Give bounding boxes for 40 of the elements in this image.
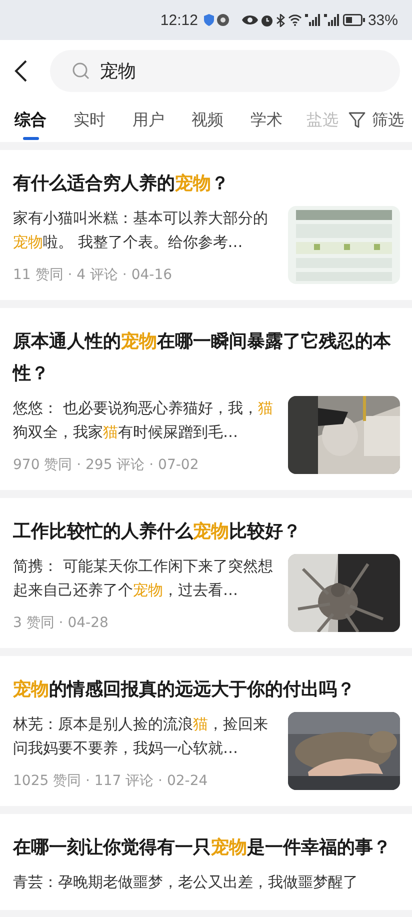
search-field[interactable]: 宠物 (50, 50, 400, 92)
alarm-icon (260, 14, 273, 26)
result-card[interactable]: 宠物的情感回报真的远远大于你的付出吗？ 林芜：原本是别人捡的流浪猫，捡回来问我妈要不要养，我妈一心软就… 1025 赞同 · 117 评论 · 02-24 (0, 656, 412, 806)
answer-stats: 3 赞同 · 04-28 (13, 614, 110, 632)
wifi-icon (288, 14, 302, 26)
answer-stats: 970 赞同 · 295 评论 · 07-02 (13, 456, 200, 474)
result-card[interactable]: 工作比较忙的人养什么宠物比较好？ 简携： 可能某天你工作闲下来了突然想起来自己还养了个宠物，过去看… 3 赞同 · 04-28 (0, 498, 412, 648)
answer-excerpt: 悠悠： 也必要说狗恶心养猫好，我，猫狗双全，我家猫有时候屎蹭到毛… (13, 398, 274, 443)
question-title[interactable]: 原本通人性的宠物在哪一瞬间暴露了它残忍的本性？ (13, 326, 400, 390)
tab[interactable]: 用户 (126, 100, 171, 140)
question-title[interactable]: 在哪一刻让你觉得有一只宠物是一件幸福的事？ (13, 832, 400, 864)
signal-icon (304, 14, 321, 26)
back-icon[interactable] (14, 59, 28, 83)
tab[interactable]: 视频 (184, 100, 230, 140)
answer-excerpt: 林芜：原本是别人捡的流浪猫，捡回来问我妈要不要养，我妈一心软就… (13, 714, 269, 759)
notification-icon (216, 14, 229, 26)
result-card[interactable]: 有什么适合穷人养的宠物？ 家有小猫叫米糕：基本可以养大部分的宠物啦。 我整了个表。给你参考… 11 赞同 · 4 评论 · 04-16 (0, 150, 412, 300)
tab[interactable]: 实时 (66, 100, 112, 140)
answer-stats: 11 赞同 · 4 评论 · 04-16 (13, 266, 174, 284)
answer-excerpt: 简携： 可能某天你工作闲下来了突然想起来自己还养了个宠物，过去看… (13, 556, 274, 601)
answer-excerpt: 青芸：孕晚期老做噩梦，老公又出差，我做噩梦醒了 (13, 872, 359, 893)
battery-icon (342, 14, 365, 26)
question-title[interactable]: 有什么适合穷人养的宠物？ (13, 168, 400, 200)
search-icon (72, 62, 90, 80)
bluetooth-icon (276, 14, 285, 26)
battery-percent: 33% (368, 12, 398, 28)
shield-icon (204, 14, 214, 26)
question-title[interactable]: 工作比较忙的人养什么宠物比较好？ (13, 516, 400, 548)
result-card[interactable]: 原本通人性的宠物在哪一瞬间暴露了它残忍的本性？ 悠悠： 也必要说狗恶心养猫好，我，猫狗双全，我家猫有时候屎蹭到毛… 970 赞同 · 295 评论 · 07-02 (0, 308, 412, 490)
tab[interactable]: 综合 (8, 100, 53, 140)
filter-button[interactable]: 筛选 (342, 105, 412, 135)
result-card[interactable]: 在哪一刻让你觉得有一只宠物是一件幸福的事？ 青芸：孕晚期老做噩梦，老公又出差，我做噩梦醒了 (0, 814, 412, 910)
clock-time: 12:12 (160, 12, 198, 28)
funnel-icon (348, 111, 366, 129)
eye-icon (242, 14, 258, 26)
answer-excerpt: 家有小猫叫米糕：基本可以养大部分的宠物啦。 我整了个表。给你参考… (13, 208, 269, 253)
question-title[interactable]: 宠物的情感回报真的远远大于你的付出吗？ (13, 674, 400, 706)
signal-icon (324, 14, 340, 26)
tab[interactable]: 学术 (244, 100, 289, 140)
answer-stats: 1025 赞同 · 117 评论 · 02-24 (13, 772, 209, 790)
